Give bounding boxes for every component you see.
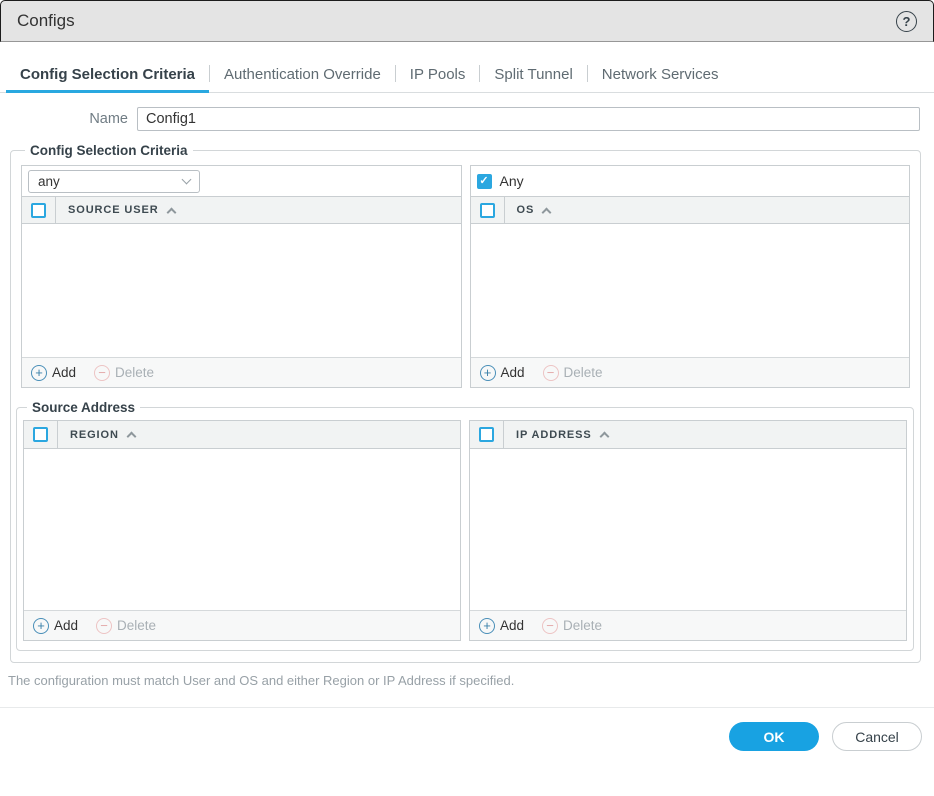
source-user-select-all-checkbox[interactable] (31, 203, 46, 218)
source-user-add-button[interactable]: + Add (31, 365, 76, 381)
delete-button-label: Delete (117, 618, 156, 633)
delete-button-label: Delete (115, 365, 154, 380)
source-user-match-row: any (22, 166, 461, 196)
source-user-column-label: SOURCE USER (68, 204, 159, 216)
os-table-footer: + Add − Delete (471, 357, 910, 387)
add-icon: + (33, 618, 49, 634)
name-input[interactable] (137, 107, 920, 131)
ip-address-column-label: IP ADDRESS (516, 429, 592, 441)
os-select-all-cell (471, 197, 505, 223)
add-button-label: Add (501, 365, 525, 380)
os-any-row: ✓ Any (471, 166, 910, 196)
ip-address-table-footer: + Add − Delete (470, 610, 906, 640)
add-icon: + (31, 365, 47, 381)
delete-button-label: Delete (563, 618, 602, 633)
os-table-body (471, 224, 910, 357)
source-user-panel: any SOURCE USER + (21, 165, 462, 388)
ip-address-delete-button[interactable]: − Delete (542, 618, 602, 634)
source-user-column-header[interactable]: SOURCE USER (56, 197, 175, 223)
add-icon: + (479, 618, 495, 634)
delete-button-label: Delete (564, 365, 603, 380)
source-address-group: Source Address REGION (16, 400, 914, 651)
user-os-panels: any SOURCE USER + (21, 165, 910, 388)
os-column-header[interactable]: OS (505, 197, 551, 223)
ip-address-table-header: IP ADDRESS (470, 421, 906, 449)
region-table-footer: + Add − Delete (24, 610, 460, 640)
ip-address-table-body (470, 449, 906, 610)
source-user-match-value: any (38, 174, 60, 189)
tab-config-selection-criteria[interactable]: Config Selection Criteria (6, 60, 209, 93)
region-delete-button[interactable]: − Delete (96, 618, 156, 634)
ip-address-select-all-checkbox[interactable] (479, 427, 494, 442)
region-table-header: REGION (24, 421, 460, 449)
tab-authentication-override[interactable]: Authentication Override (210, 60, 395, 92)
sort-ascending-icon (126, 432, 136, 442)
ok-button[interactable]: OK (729, 722, 819, 751)
delete-icon: − (542, 618, 558, 634)
region-select-all-checkbox[interactable] (33, 427, 48, 442)
dialog-titlebar: Configs ? (0, 0, 934, 42)
os-select-all-checkbox[interactable] (480, 203, 495, 218)
name-label: Name (0, 111, 137, 127)
action-bar: OK Cancel (0, 707, 934, 751)
source-user-table-header: SOURCE USER (22, 196, 461, 224)
cancel-button[interactable]: Cancel (832, 722, 922, 751)
region-column-header[interactable]: REGION (58, 421, 135, 448)
os-any-checkbox[interactable]: ✓ (477, 174, 492, 189)
os-panel: ✓ Any OS + Add (470, 165, 911, 388)
delete-icon: − (543, 365, 559, 381)
tab-network-services[interactable]: Network Services (588, 60, 733, 92)
source-user-match-dropdown[interactable]: any (28, 170, 200, 193)
sort-ascending-icon (542, 207, 552, 217)
source-user-delete-button[interactable]: − Delete (94, 365, 154, 381)
source-user-table-footer: + Add − Delete (22, 357, 461, 387)
sort-ascending-icon (166, 207, 176, 217)
name-row: Name (0, 107, 920, 131)
add-button-label: Add (500, 618, 524, 633)
region-column-label: REGION (70, 429, 119, 441)
ip-address-add-button[interactable]: + Add (479, 618, 524, 634)
sort-ascending-icon (599, 432, 609, 442)
region-add-button[interactable]: + Add (33, 618, 78, 634)
ip-address-column-header[interactable]: IP ADDRESS (504, 421, 608, 448)
os-add-button[interactable]: + Add (480, 365, 525, 381)
os-any-label: Any (500, 173, 524, 189)
delete-icon: − (94, 365, 110, 381)
region-ip-panels: REGION + Add − Delete (23, 420, 907, 641)
add-button-label: Add (54, 618, 78, 633)
os-table-header: OS (471, 196, 910, 224)
configs-dialog: Configs ? Config Selection Criteria Auth… (0, 0, 934, 796)
ip-address-select-all-cell (470, 421, 504, 448)
source-address-legend: Source Address (27, 400, 140, 415)
source-user-table-body (22, 224, 461, 357)
tab-bar: Config Selection Criteria Authentication… (0, 42, 934, 93)
add-icon: + (480, 365, 496, 381)
help-icon[interactable]: ? (896, 11, 917, 32)
ip-address-panel: IP ADDRESS + Add − Delete (469, 420, 907, 641)
tab-ip-pools[interactable]: IP Pools (396, 60, 480, 92)
os-column-label: OS (517, 204, 535, 216)
region-table-body (24, 449, 460, 610)
dialog-title: Configs (17, 11, 75, 31)
region-panel: REGION + Add − Delete (23, 420, 461, 641)
add-button-label: Add (52, 365, 76, 380)
region-select-all-cell (24, 421, 58, 448)
source-user-select-all-cell (22, 197, 56, 223)
config-match-note: The configuration must match User and OS… (8, 673, 920, 688)
tab-split-tunnel[interactable]: Split Tunnel (480, 60, 586, 92)
config-selection-criteria-group: Config Selection Criteria any SOURCE USE… (10, 143, 921, 663)
chevron-down-icon (182, 174, 192, 184)
delete-icon: − (96, 618, 112, 634)
os-delete-button[interactable]: − Delete (543, 365, 603, 381)
config-selection-criteria-legend: Config Selection Criteria (25, 143, 193, 158)
